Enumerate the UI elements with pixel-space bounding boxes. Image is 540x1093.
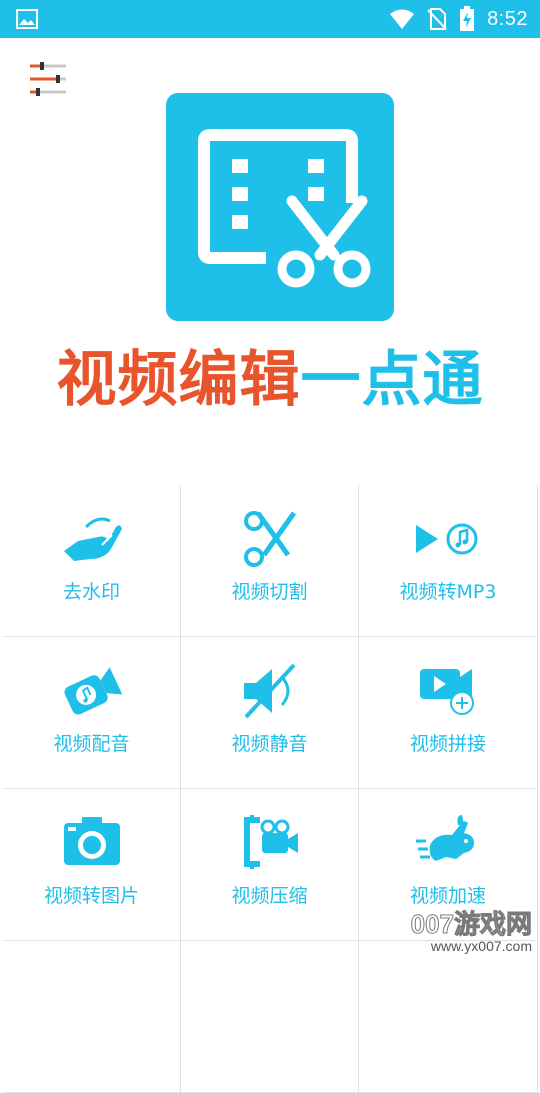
feature-video-cut[interactable]: 视频切割	[181, 485, 359, 637]
photo-camera-icon	[63, 817, 120, 865]
app-title: 视频编辑一点通	[0, 340, 540, 420]
feature-grid: 去水印 视频切割 视频转MP3 视频配音 视频静音 视频拼接 视频转图片 视频压…	[3, 485, 538, 1093]
feature-label: 视频转图片	[43, 885, 139, 907]
feature-label: 视频拼接	[409, 733, 486, 755]
app-logo	[166, 93, 394, 321]
status-time: 8:52	[487, 7, 528, 30]
feature-video-mute[interactable]: 视频静音	[181, 637, 359, 789]
battery-charging-icon	[460, 6, 475, 31]
mute-speaker-icon	[243, 663, 295, 719]
feature-label: 去水印	[62, 581, 120, 603]
feature-label: 视频加速	[409, 885, 486, 907]
feature-label: 视频转MP3	[399, 581, 497, 603]
site-watermark: 007游戏网 www.yx007.com	[410, 909, 532, 955]
feature-video-to-mp3[interactable]: 视频转MP3	[359, 485, 538, 637]
camera-music-icon	[63, 667, 122, 715]
scissors-icon	[243, 511, 296, 567]
feature-video-compress[interactable]: 视频压缩	[181, 789, 359, 941]
feature-video-to-image[interactable]: 视频转图片	[3, 789, 181, 941]
no-sim-icon	[427, 8, 447, 30]
image-icon	[16, 9, 38, 29]
film-scissors-icon	[198, 129, 371, 288]
sliders-icon[interactable]	[28, 60, 68, 100]
feature-label: 视频压缩	[231, 885, 308, 907]
rabbit-fast-icon	[416, 815, 474, 861]
watermark-url: www.yx007.com	[430, 938, 532, 954]
feature-empty-2	[181, 941, 359, 1093]
status-bar: 8:52	[0, 0, 540, 38]
hand-wipe-icon	[63, 517, 122, 561]
app-title-part2: 一点通	[300, 345, 484, 415]
feature-label: 视频配音	[53, 733, 130, 755]
watermark-brand: 007游戏网	[410, 909, 532, 939]
feature-video-dubbing[interactable]: 视频配音	[3, 637, 181, 789]
wifi-icon	[390, 9, 415, 29]
feature-label: 视频切割	[231, 581, 308, 603]
feature-label: 视频静音	[231, 733, 308, 755]
play-music-icon	[416, 523, 478, 555]
feature-remove-watermark[interactable]: 去水印	[3, 485, 181, 637]
compress-clamp-icon	[243, 815, 298, 869]
feature-video-merge[interactable]: 视频拼接	[359, 637, 538, 789]
feature-empty-3	[359, 941, 538, 1093]
feature-empty-1	[3, 941, 181, 1093]
video-add-icon	[420, 669, 474, 715]
app-title-part1: 视频编辑	[56, 345, 301, 415]
